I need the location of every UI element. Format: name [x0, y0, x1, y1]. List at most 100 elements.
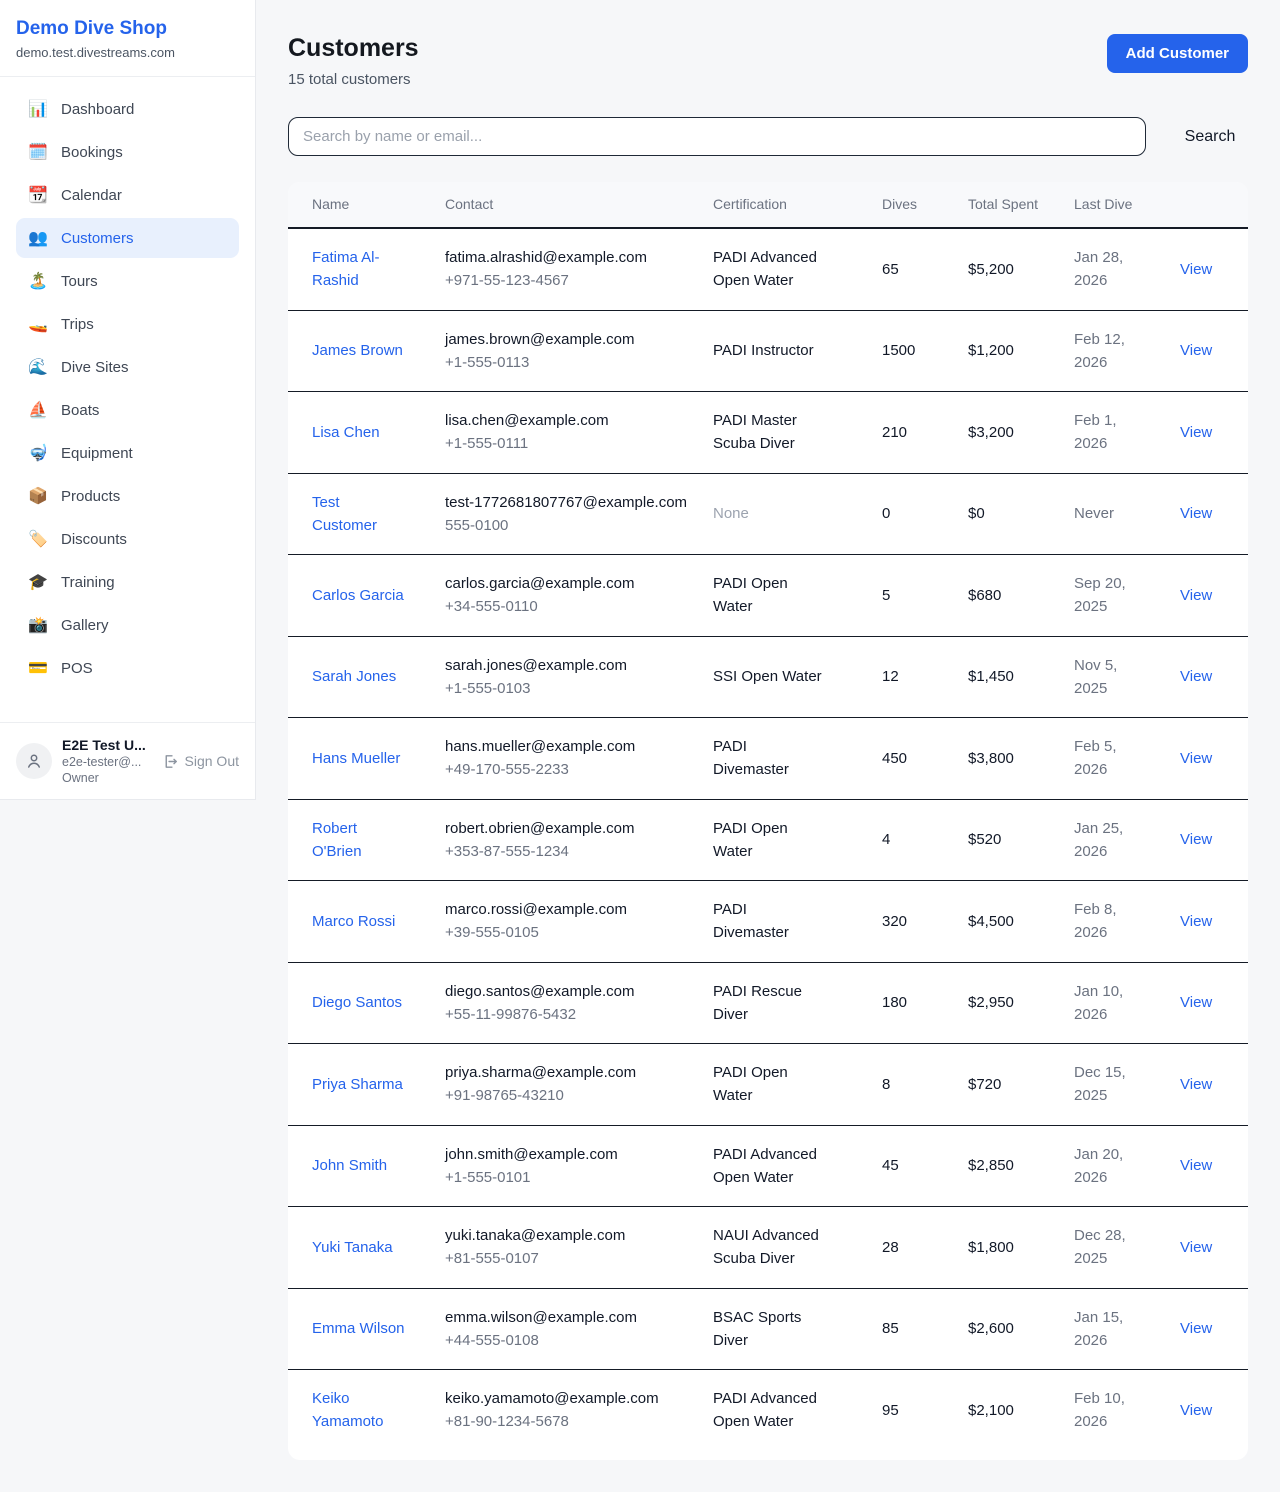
customer-phone: +1-555-0101	[445, 1166, 689, 1189]
sidebar: Demo Dive Shop demo.test.divestreams.com…	[0, 0, 256, 800]
sidebar-item-label: Tours	[61, 273, 98, 290]
customer-dives: 320	[882, 913, 907, 930]
customer-name-link[interactable]: Marco Rossi	[312, 913, 395, 930]
sidebar-item-pos[interactable]: 💳 POS	[16, 648, 239, 688]
view-customer-link[interactable]: View	[1180, 587, 1212, 604]
column-header-total-spent: Total Spent	[956, 182, 1062, 228]
customer-name-link[interactable]: Sarah Jones	[312, 668, 396, 685]
customer-row: Carlos Garcia carlos.garcia@example.com …	[288, 555, 1248, 637]
sidebar-item-label: Calendar	[61, 187, 122, 204]
view-customer-link[interactable]: View	[1180, 1076, 1212, 1093]
sidebar-item-label: Products	[61, 488, 120, 505]
column-header-last-dive: Last Dive	[1062, 182, 1168, 228]
sidebar-nav: 📊 Dashboard 🗓️ Bookings 📆 Calendar 👥 Cus…	[0, 77, 255, 722]
customer-phone: +971-55-123-4567	[445, 269, 689, 292]
sidebar-item-label: Bookings	[61, 144, 123, 161]
sign-out-button[interactable]: Sign Out	[162, 753, 239, 770]
shop-title: Demo Dive Shop	[16, 18, 239, 40]
add-customer-button[interactable]: Add Customer	[1107, 34, 1248, 73]
customer-total-spent: $720	[968, 1076, 1001, 1093]
customer-name-link[interactable]: James Brown	[312, 342, 403, 359]
user-meta: E2E Test U... e2e-tester@... Owner	[62, 737, 152, 785]
column-header-contact: Contact	[433, 182, 701, 228]
customer-last-dive: Jan 10, 2026	[1074, 980, 1156, 1027]
customer-phone: +81-555-0107	[445, 1247, 689, 1270]
sidebar-item-label: Dashboard	[61, 101, 134, 118]
sidebar-item-training[interactable]: 🎓 Training	[16, 562, 239, 602]
customer-email: hans.mueller@example.com	[445, 735, 689, 758]
customer-last-dive: Never	[1074, 502, 1156, 525]
sidebar-item-dashboard[interactable]: 📊 Dashboard	[16, 89, 239, 129]
customer-name-link[interactable]: Carlos Garcia	[312, 587, 404, 604]
shop-domain: demo.test.divestreams.com	[16, 45, 239, 60]
view-customer-link[interactable]: View	[1180, 750, 1212, 767]
customer-certification: PADI Advanced Open Water	[713, 1143, 858, 1190]
customer-certification: PADI Advanced Open Water	[713, 1387, 858, 1434]
sidebar-item-tours[interactable]: 🏝️ Tours	[16, 261, 239, 301]
customer-last-dive: Feb 1, 2026	[1074, 409, 1156, 456]
search-input[interactable]	[288, 117, 1146, 156]
customer-name-link[interactable]: Hans Mueller	[312, 750, 400, 767]
view-customer-link[interactable]: View	[1180, 831, 1212, 848]
customer-name-link[interactable]: Fatima Al-Rashid	[312, 249, 380, 289]
customer-last-dive: Dec 28, 2025	[1074, 1224, 1156, 1271]
customer-total-spent: $3,800	[968, 750, 1014, 767]
sidebar-item-products[interactable]: 📦 Products	[16, 476, 239, 516]
customer-phone: +1-555-0111	[445, 432, 689, 455]
view-customer-link[interactable]: View	[1180, 505, 1212, 522]
customer-row: John Smith john.smith@example.com +1-555…	[288, 1125, 1248, 1207]
customer-dives: 210	[882, 424, 907, 441]
sidebar-item-discounts[interactable]: 🏷️ Discounts	[16, 519, 239, 559]
sidebar-item-boats[interactable]: ⛵ Boats	[16, 390, 239, 430]
customer-total-spent: $2,950	[968, 994, 1014, 1011]
sidebar-item-label: Gallery	[61, 617, 109, 634]
sign-out-label: Sign Out	[185, 753, 239, 769]
customer-name-link[interactable]: Test Customer	[312, 494, 377, 534]
customer-name-link[interactable]: Lisa Chen	[312, 424, 380, 441]
pos-icon: 💳	[28, 658, 48, 678]
customer-email: john.smith@example.com	[445, 1143, 689, 1166]
customer-name-link[interactable]: Emma Wilson	[312, 1320, 405, 1337]
customer-row: Priya Sharma priya.sharma@example.com +9…	[288, 1044, 1248, 1126]
view-customer-link[interactable]: View	[1180, 342, 1212, 359]
customer-last-dive: Feb 12, 2026	[1074, 328, 1156, 375]
customer-dives: 8	[882, 1076, 890, 1093]
view-customer-link[interactable]: View	[1180, 261, 1212, 278]
customer-name-link[interactable]: John Smith	[312, 1157, 387, 1174]
sidebar-item-gallery[interactable]: 📸 Gallery	[16, 605, 239, 645]
sidebar-item-dive-sites[interactable]: 🌊 Dive Sites	[16, 347, 239, 387]
view-customer-link[interactable]: View	[1180, 424, 1212, 441]
view-customer-link[interactable]: View	[1180, 994, 1212, 1011]
view-customer-link[interactable]: View	[1180, 668, 1212, 685]
sidebar-item-trips[interactable]: 🚤 Trips	[16, 304, 239, 344]
customer-row: Sarah Jones sarah.jones@example.com +1-5…	[288, 636, 1248, 718]
customer-row: Yuki Tanaka yuki.tanaka@example.com +81-…	[288, 1207, 1248, 1289]
sidebar-item-calendar[interactable]: 📆 Calendar	[16, 175, 239, 215]
sidebar-item-label: POS	[61, 660, 93, 677]
customer-count: 15 total customers	[288, 71, 419, 88]
search-button[interactable]: Search	[1172, 122, 1248, 152]
customer-name-link[interactable]: Priya Sharma	[312, 1076, 403, 1093]
view-customer-link[interactable]: View	[1180, 1402, 1212, 1419]
customer-name-link[interactable]: Yuki Tanaka	[312, 1239, 393, 1256]
customer-last-dive: Jan 28, 2026	[1074, 246, 1156, 293]
customer-name-link[interactable]: Diego Santos	[312, 994, 402, 1011]
view-customer-link[interactable]: View	[1180, 1320, 1212, 1337]
sidebar-item-label: Discounts	[61, 531, 127, 548]
customer-total-spent: $1,450	[968, 668, 1014, 685]
customer-name-link[interactable]: Robert O'Brien	[312, 820, 362, 860]
sidebar-item-bookings[interactable]: 🗓️ Bookings	[16, 132, 239, 172]
sidebar-item-label: Customers	[61, 230, 134, 247]
view-customer-link[interactable]: View	[1180, 1239, 1212, 1256]
search-row: Search	[288, 117, 1248, 156]
sidebar-item-equipment[interactable]: 🤿 Equipment	[16, 433, 239, 473]
customer-total-spent: $1,200	[968, 342, 1014, 359]
customer-phone: +1-555-0103	[445, 677, 689, 700]
sidebar-item-customers[interactable]: 👥 Customers	[16, 218, 239, 258]
customer-row: Emma Wilson emma.wilson@example.com +44-…	[288, 1288, 1248, 1370]
view-customer-link[interactable]: View	[1180, 1157, 1212, 1174]
customer-name-link[interactable]: Keiko Yamamoto	[312, 1390, 383, 1430]
customer-dives: 450	[882, 750, 907, 767]
view-customer-link[interactable]: View	[1180, 913, 1212, 930]
customer-total-spent: $2,850	[968, 1157, 1014, 1174]
